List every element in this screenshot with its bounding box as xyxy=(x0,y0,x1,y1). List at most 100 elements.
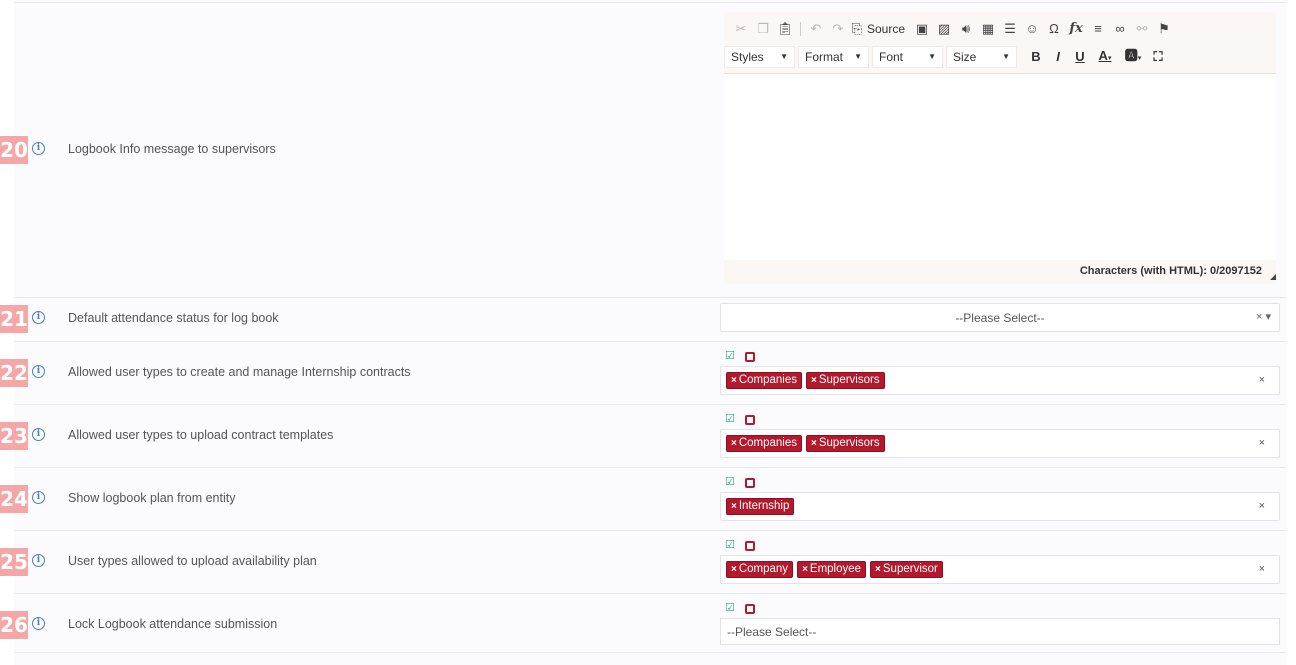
chevron-down-icon: ▼ xyxy=(780,52,788,61)
tag-remove-icon[interactable]: × xyxy=(802,564,808,575)
resize-handle[interactable] xyxy=(1270,274,1276,280)
deselect-all-icon[interactable] xyxy=(745,415,755,425)
size-label: Size xyxy=(953,50,977,64)
tag-label: Companies xyxy=(738,437,798,449)
styles-dropdown[interactable]: Styles ▼ xyxy=(724,46,795,68)
clear-icon[interactable]: × xyxy=(1259,374,1265,386)
tag-chip[interactable]: × Supervisor xyxy=(870,561,943,578)
setting-label: Default attendance status for log book xyxy=(68,311,279,325)
smiley-icon[interactable]: ☺ xyxy=(1021,20,1043,38)
tag-remove-icon[interactable]: × xyxy=(731,501,737,512)
row-number-badge: 24 xyxy=(0,485,28,513)
format-dropdown[interactable]: Format ▼ xyxy=(798,46,869,68)
select-all-icon[interactable]: ☑ xyxy=(725,477,736,488)
link-icon[interactable]: ∞ xyxy=(1109,20,1131,38)
clear-and-chevron-icon[interactable]: × ▾ xyxy=(1256,310,1271,323)
attendance-status-select[interactable]: --Please Select-- × ▾ xyxy=(720,303,1280,332)
bold-button[interactable]: B xyxy=(1025,46,1047,68)
special-char-icon[interactable]: Ω xyxy=(1043,20,1065,38)
tag-label: Companies xyxy=(738,374,798,386)
formula-icon[interactable]: fx xyxy=(1065,20,1087,38)
undo-icon[interactable]: ↶ xyxy=(805,20,827,38)
tag-remove-icon[interactable]: × xyxy=(811,375,817,386)
clear-icon[interactable]: × xyxy=(1259,437,1265,449)
editor-toolbar-row-1: ✂ ❐ 📋︎ ↶ ↷ ⎘ Source ▣ ▨ 🔊︎ ▦ ☰ ☺ Ω fx ≡ … xyxy=(730,20,1175,38)
row-number-badge: 26 xyxy=(0,611,28,639)
clear-icon[interactable]: × xyxy=(1259,500,1265,512)
maximize-icon[interactable]: ⛶ xyxy=(1147,46,1169,68)
image2-icon[interactable]: ▨ xyxy=(933,20,955,38)
font-dropdown[interactable]: Font ▼ xyxy=(872,46,943,68)
select-all-controls: ☑ xyxy=(725,414,755,426)
tag-remove-icon[interactable]: × xyxy=(731,438,737,449)
select-all-icon[interactable]: ☑ xyxy=(725,414,736,425)
rich-text-editor[interactable]: ✂ ❐ 📋︎ ↶ ↷ ⎘ Source ▣ ▨ 🔊︎ ▦ ☰ ☺ Ω fx ≡ … xyxy=(724,12,1276,284)
info-icon[interactable]: i xyxy=(32,491,45,504)
size-dropdown[interactable]: Size ▼ xyxy=(946,46,1017,68)
list-icon[interactable]: ≡ xyxy=(1087,20,1109,38)
info-icon[interactable]: i xyxy=(32,365,45,378)
select-all-icon[interactable]: ☑ xyxy=(725,540,736,551)
select-all-controls: ☑ xyxy=(725,603,755,615)
setting-label: Logbook Info message to supervisors xyxy=(68,142,276,156)
text-color-button[interactable]: A▾ xyxy=(1091,45,1119,70)
image-icon[interactable]: ▣ xyxy=(911,20,933,38)
source-button[interactable]: Source xyxy=(865,20,911,38)
select-all-icon[interactable]: ☑ xyxy=(725,351,736,362)
tag-label: Supervisors xyxy=(818,437,880,449)
source-icon[interactable]: ⎘ xyxy=(849,20,865,38)
italic-button[interactable]: I xyxy=(1047,46,1069,68)
tag-chip[interactable]: × Company xyxy=(726,561,794,578)
availability-user-types-multiselect[interactable]: × Company × Employee × Supervisor × xyxy=(720,555,1280,584)
logbook-plan-multiselect[interactable]: × Internship × xyxy=(720,492,1280,521)
table-icon[interactable]: ▦ xyxy=(977,20,999,38)
setting-label: Lock Logbook attendance submission xyxy=(68,617,278,631)
tag-chip[interactable]: × Supervisors xyxy=(806,372,885,389)
info-icon[interactable]: i xyxy=(32,554,45,567)
tag-remove-icon[interactable]: × xyxy=(731,564,737,575)
tag-label: Supervisor xyxy=(882,563,938,575)
setting-label: Allowed user types to upload contract te… xyxy=(68,428,334,442)
chevron-down-icon: ▼ xyxy=(928,52,936,61)
deselect-all-icon[interactable] xyxy=(745,478,755,488)
paste-icon[interactable]: 📋︎ xyxy=(774,20,796,38)
templates-user-types-multiselect[interactable]: × Companies × Supervisors × xyxy=(720,429,1280,458)
info-icon[interactable]: i xyxy=(32,617,45,630)
cut-icon[interactable]: ✂ xyxy=(730,20,752,38)
row-number-badge: 21 xyxy=(0,305,28,333)
setting-label: User types allowed to upload availabilit… xyxy=(68,554,317,568)
clear-icon[interactable]: × xyxy=(1259,563,1265,575)
select-placeholder: --Please Select-- xyxy=(727,625,817,639)
tag-remove-icon[interactable]: × xyxy=(875,564,881,575)
editor-content-area[interactable] xyxy=(724,74,1276,260)
underline-button[interactable]: U xyxy=(1069,46,1091,68)
audio-icon[interactable]: 🔊︎ xyxy=(955,20,977,38)
info-icon[interactable]: i xyxy=(32,142,45,155)
horizontal-rule-icon[interactable]: ☰ xyxy=(999,20,1021,38)
tag-chip[interactable]: × Employee xyxy=(797,561,867,578)
tag-remove-icon[interactable]: × xyxy=(731,375,737,386)
background-color-button[interactable]: 🅰︎▾ xyxy=(1119,45,1147,70)
tag-label: Employee xyxy=(809,563,862,575)
tag-chip[interactable]: × Companies xyxy=(726,372,803,389)
copy-icon[interactable]: ❐ xyxy=(752,20,774,38)
unlink-icon[interactable]: ⚯ xyxy=(1131,20,1153,38)
select-placeholder: --Please Select-- xyxy=(955,311,1045,325)
contracts-user-types-multiselect[interactable]: × Companies × Supervisors × xyxy=(720,366,1280,395)
flag-icon[interactable]: ⚑ xyxy=(1153,20,1175,38)
info-icon[interactable]: i xyxy=(32,311,45,324)
tag-chip[interactable]: × Companies xyxy=(726,435,803,452)
tag-remove-icon[interactable]: × xyxy=(811,438,817,449)
deselect-all-icon[interactable] xyxy=(745,352,755,362)
deselect-all-icon[interactable] xyxy=(745,604,755,614)
deselect-all-icon[interactable] xyxy=(745,541,755,551)
row-number-badge: 25 xyxy=(0,548,28,576)
lock-attendance-select[interactable]: --Please Select-- xyxy=(720,618,1280,645)
styles-label: Styles xyxy=(731,50,764,64)
redo-icon[interactable]: ↷ xyxy=(827,20,849,38)
select-all-icon[interactable]: ☑ xyxy=(725,603,736,614)
format-label: Format xyxy=(805,50,844,64)
info-icon[interactable]: i xyxy=(32,428,45,441)
tag-chip[interactable]: × Internship xyxy=(726,498,795,515)
tag-chip[interactable]: × Supervisors xyxy=(806,435,885,452)
